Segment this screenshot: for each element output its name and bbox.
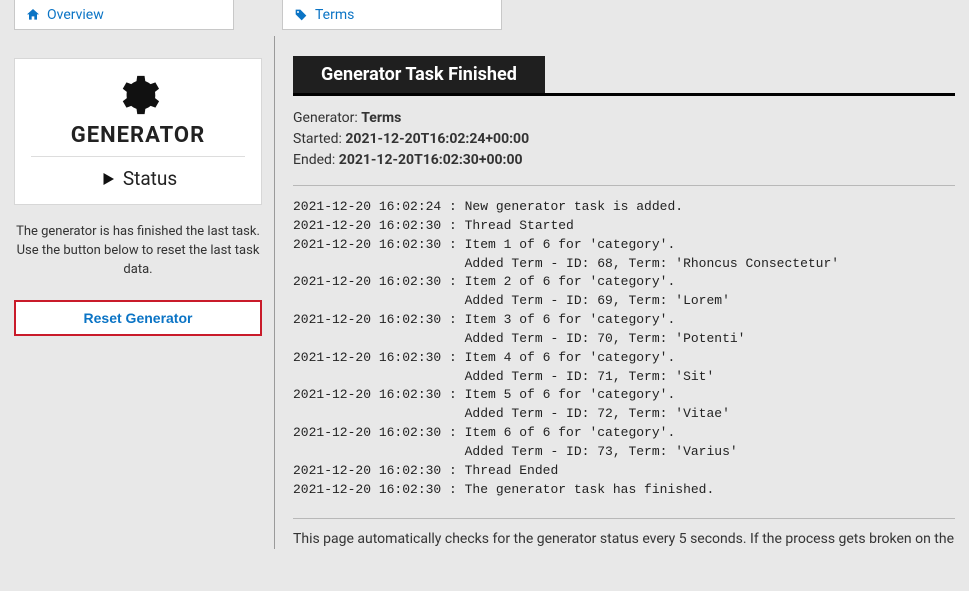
tab-overview[interactable]: Overview [14,0,234,30]
meta-ended-value: 2021-12-20T16:02:30+00:00 [339,152,523,168]
gear-icon [116,73,160,117]
content: Generator Task Finished Generator: Terms… [274,36,955,549]
tab-terms[interactable]: Terms [282,0,502,30]
meta-generator-value: Terms [361,110,401,126]
reset-generator-button[interactable]: Reset Generator [14,300,262,336]
meta-ended: Ended: 2021-12-20T16:02:30+00:00 [293,150,955,171]
status-label: Status [123,167,177,190]
generator-title: GENERATOR [27,123,249,148]
meta-started: Started: 2021-12-20T16:02:24+00:00 [293,129,955,150]
sidebar: GENERATOR Status The generator is has fi… [14,36,262,549]
generator-card: GENERATOR Status [14,58,262,205]
tab-terms-label: Terms [315,7,354,23]
meta-started-value: 2021-12-20T16:02:24+00:00 [345,131,529,147]
top-tabs: Overview Terms [0,0,969,36]
status-link[interactable]: Status [27,167,249,194]
meta-started-label: Started: [293,131,342,147]
meta-ended-label: Ended: [293,152,335,168]
log-divider-bottom [293,518,955,519]
meta-block: Generator: Terms Started: 2021-12-20T16:… [293,108,955,171]
log-output: 2021-12-20 16:02:24 : New generator task… [293,198,955,500]
tab-overview-label: Overview [47,7,104,23]
main-wrap: GENERATOR Status The generator is has fi… [0,36,969,549]
status-description: The generator is has finished the last t… [16,223,260,280]
play-icon [99,170,117,188]
header-bar: Generator Task Finished [293,56,955,96]
tags-icon [293,7,309,23]
divider [31,156,245,157]
footer-note: This page automatically checks for the g… [293,529,955,549]
home-icon [25,7,41,23]
meta-generator-label: Generator: [293,110,358,126]
meta-generator: Generator: Terms [293,108,955,129]
log-divider [293,185,955,186]
page-title: Generator Task Finished [293,56,545,93]
